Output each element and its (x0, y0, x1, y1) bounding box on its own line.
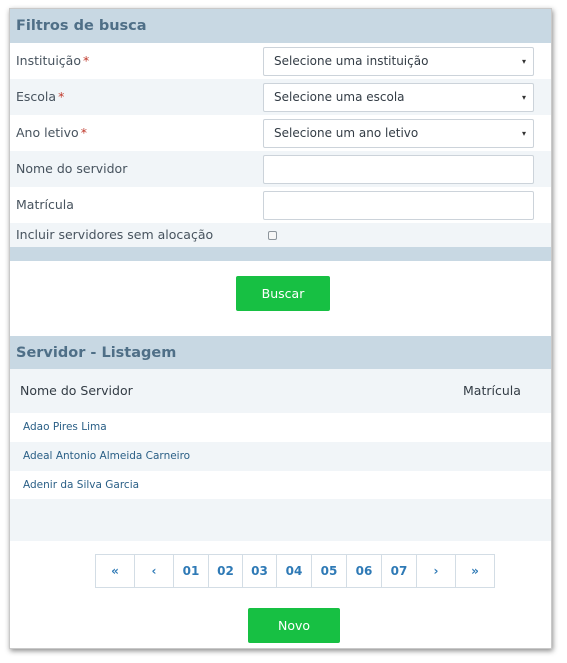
form-row-escola: Escola * Selecione uma escola ▾ (10, 79, 551, 115)
pagination-page-05[interactable]: 05 (312, 555, 347, 587)
table-footer-spacer (10, 499, 551, 541)
new-button[interactable]: Novo (248, 608, 340, 643)
sem-alocacao-checkbox[interactable] (268, 231, 277, 240)
form-row-matricula: Matrícula (10, 187, 551, 223)
label-instituicao: Instituição * (16, 53, 90, 68)
pagination-page-06[interactable]: 06 (347, 555, 382, 587)
table-row[interactable]: Adao Pires Lima (10, 413, 551, 442)
pagination-first[interactable]: « (96, 555, 135, 587)
label-sem-alocacao: Incluir servidores sem alocação (16, 227, 214, 242)
pagination: « ‹ 01 02 03 04 05 06 07 › » (95, 554, 495, 588)
row-name-link[interactable]: Adenir da Silva Garcia (23, 471, 139, 500)
chevron-down-icon: ▾ (521, 129, 526, 138)
main-panel: Filtros de busca Instituição * Selecione … (10, 9, 551, 648)
filters-divider (10, 247, 551, 261)
table-row[interactable]: Adeal Antonio Almeida Carneiro (10, 442, 551, 471)
row-name-link[interactable]: Adeal Antonio Almeida Carneiro (23, 442, 190, 471)
label-escola: Escola * (16, 89, 65, 104)
table-header: Nome do Servidor Matrícula (10, 369, 551, 413)
required-mark: * (80, 125, 87, 140)
nome-servidor-input[interactable] (263, 155, 534, 184)
listing-header: Servidor - Listagem (10, 336, 551, 370)
matricula-input[interactable] (263, 191, 534, 220)
form-row-ano-letivo: Ano letivo * Selecione um ano letivo ▾ (10, 115, 551, 151)
pagination-page-03[interactable]: 03 (243, 555, 277, 587)
instituicao-select-value: Selecione uma instituição (274, 54, 429, 68)
pagination-page-04[interactable]: 04 (277, 555, 312, 587)
pagination-page-01[interactable]: 01 (174, 555, 209, 587)
label-ano-letivo: Ano letivo * (16, 125, 87, 140)
pagination-last[interactable]: » (456, 555, 494, 587)
chevron-down-icon: ▾ (521, 93, 526, 102)
required-mark: * (82, 53, 90, 68)
instituicao-select[interactable]: Selecione uma instituição ▾ (263, 47, 534, 76)
row-name-link[interactable]: Adao Pires Lima (23, 413, 107, 442)
chevron-down-icon: ▾ (521, 57, 526, 66)
pagination-page-07[interactable]: 07 (382, 555, 417, 587)
escola-select[interactable]: Selecione uma escola ▾ (263, 83, 534, 112)
ano-letivo-select-value: Selecione um ano letivo (274, 126, 419, 140)
form-row-sem-alocacao: Incluir servidores sem alocação (10, 223, 551, 247)
pagination-prev[interactable]: ‹ (135, 555, 174, 587)
listing-title: Servidor - Listagem (16, 345, 177, 361)
label-matricula: Matrícula (16, 197, 74, 212)
label-nome-servidor: Nome do servidor (16, 161, 128, 176)
escola-select-value: Selecione uma escola (274, 90, 405, 104)
column-header-nome[interactable]: Nome do Servidor (20, 369, 133, 413)
required-mark: * (58, 89, 65, 104)
column-header-matricula[interactable]: Matrícula (463, 369, 521, 413)
form-row-instituicao: Instituição * Selecione uma instituição ▾ (10, 43, 551, 79)
ano-letivo-select[interactable]: Selecione um ano letivo ▾ (263, 119, 534, 148)
pagination-next[interactable]: › (417, 555, 456, 587)
table-row[interactable]: Adenir da Silva Garcia (10, 471, 551, 500)
form-row-nome-servidor: Nome do servidor (10, 151, 551, 187)
filters-header: Filtros de busca (10, 9, 551, 43)
search-button[interactable]: Buscar (236, 276, 330, 311)
filters-title: Filtros de busca (16, 18, 147, 34)
pagination-page-02[interactable]: 02 (209, 555, 243, 587)
